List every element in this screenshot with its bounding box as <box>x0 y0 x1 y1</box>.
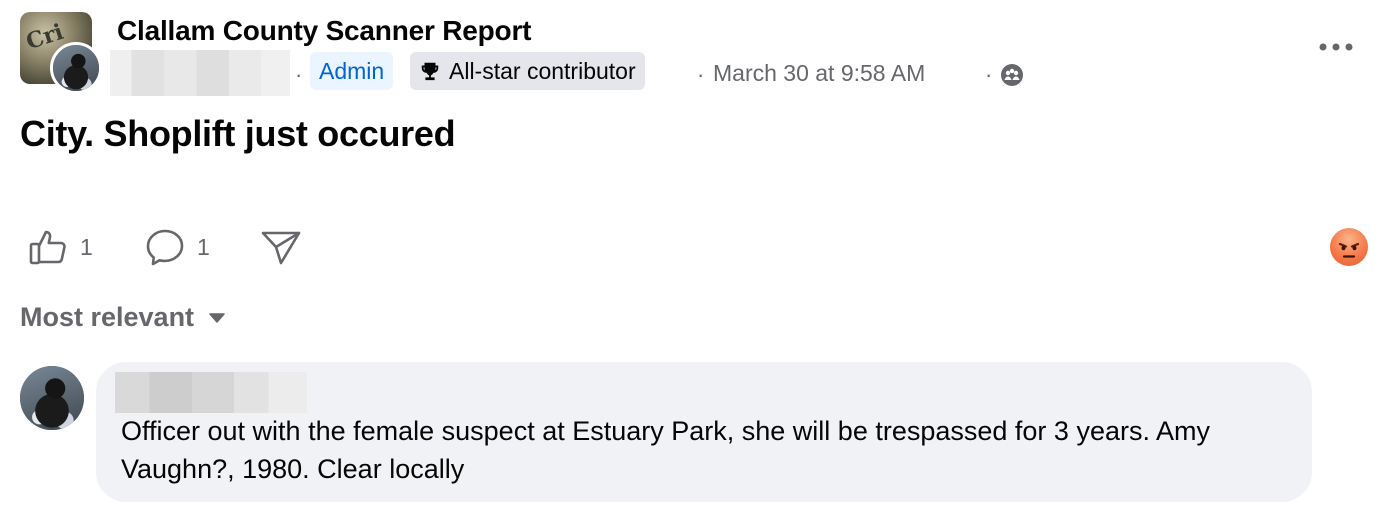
share-button[interactable] <box>260 226 302 268</box>
angry-face <box>1338 242 1360 258</box>
more-dots-icon <box>1319 43 1353 51</box>
dog-photo <box>20 366 84 430</box>
comment-sort-dropdown[interactable]: Most relevant <box>20 302 226 333</box>
more-options-button[interactable] <box>1314 30 1358 64</box>
comment-text: Officer out with the female suspect at E… <box>121 416 1210 484</box>
author-name-redacted[interactable] <box>110 50 290 96</box>
trophy-icon <box>421 62 439 81</box>
sort-label: Most relevant <box>20 302 195 332</box>
like-button[interactable]: 1 <box>28 226 93 268</box>
group-name[interactable]: Clallam County Scanner Report <box>117 15 531 47</box>
comment-button[interactable]: 1 <box>145 226 210 268</box>
comment-icon <box>146 229 184 266</box>
like-count: 1 <box>80 233 93 260</box>
separator-dot: · <box>295 62 303 87</box>
separator-dot: · <box>985 62 993 87</box>
share-icon <box>261 231 301 265</box>
caret-down-icon <box>209 312 225 323</box>
comment-count: 1 <box>197 233 210 260</box>
admin-badge[interactable]: Admin <box>310 52 394 90</box>
commenter-avatar[interactable] <box>20 366 84 430</box>
thumbs-up-icon <box>29 230 66 265</box>
allstar-label: All-star contributor <box>449 58 636 84</box>
separator-dot: · <box>697 62 705 87</box>
dog-photo <box>53 45 99 91</box>
post-text: City. Shoplift just occured <box>20 113 456 154</box>
allstar-contributor-badge[interactable]: All-star contributor <box>410 52 645 90</box>
angry-reaction-icon[interactable] <box>1330 228 1368 266</box>
commenter-name-redacted[interactable] <box>115 372 307 413</box>
author-avatar[interactable] <box>50 42 102 94</box>
members-icon[interactable] <box>1000 63 1024 87</box>
post-timestamp[interactable]: March 30 at 9:58 AM <box>713 60 925 87</box>
